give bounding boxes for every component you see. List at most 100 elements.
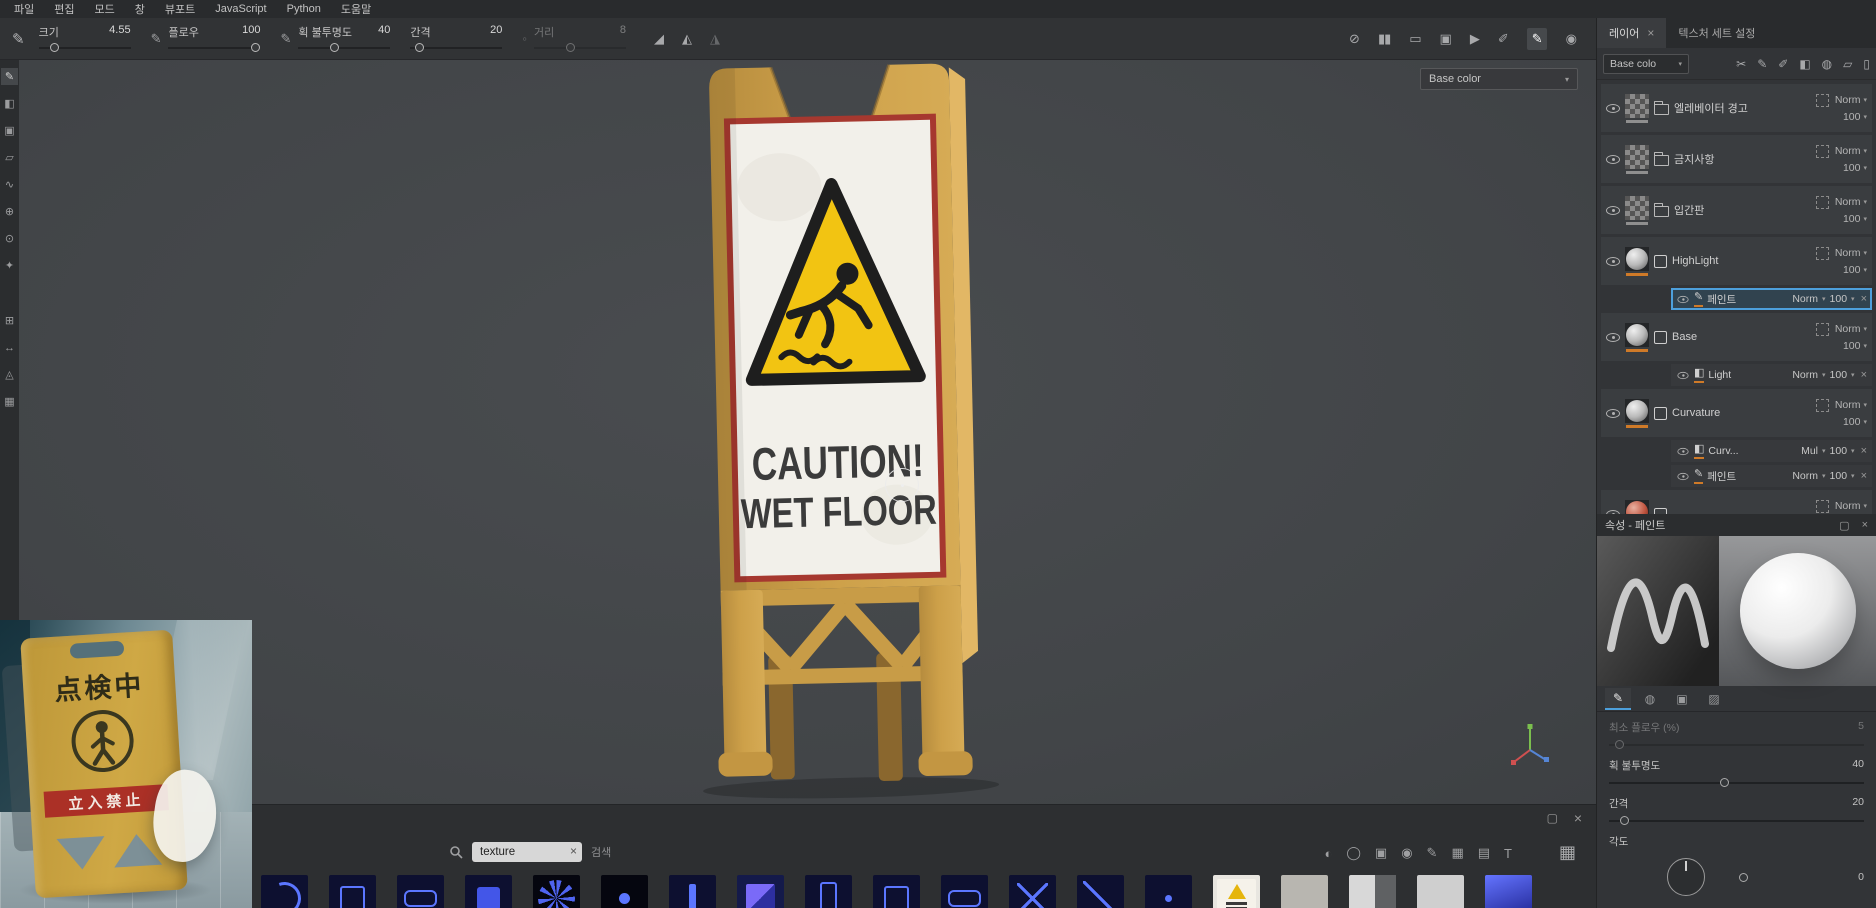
layer-effect-row[interactable]: ✎ 페인트 Norm ▾ 100 ▾ × xyxy=(1671,288,1872,310)
menu-item[interactable]: 편집 xyxy=(44,0,84,18)
filter-alphas-icon[interactable]: ▦ xyxy=(1451,845,1463,861)
delete-effect-icon[interactable]: × xyxy=(1861,293,1867,305)
mask-placeholder[interactable] xyxy=(1816,196,1829,209)
shelf-thumbnail[interactable] xyxy=(1009,875,1056,908)
effect-opacity[interactable]: 100 xyxy=(1830,293,1848,305)
symmetry-off-icon[interactable]: ◮ xyxy=(710,31,720,47)
shelf-thumbnail[interactable] xyxy=(1213,875,1260,908)
stroke-opacity-slider[interactable] xyxy=(298,43,390,53)
effect-name[interactable]: Light xyxy=(1708,369,1788,381)
eraser-tool[interactable]: ◧ xyxy=(1,95,18,112)
blend-mode[interactable]: Norm xyxy=(1835,399,1861,411)
delete-layer-icon[interactable]: ▯ xyxy=(1863,57,1870,71)
menu-item[interactable]: 모드 xyxy=(85,0,125,18)
layer-effect-row[interactable]: ◧ Curv... Mul ▾ 100 ▾ × xyxy=(1671,440,1872,462)
layer-row[interactable]: Curvature Norm ▾ 100 ▾ xyxy=(1601,389,1872,437)
visibility-icon[interactable] xyxy=(1677,447,1688,454)
falloff-icon[interactable]: ◢ xyxy=(654,31,664,47)
effect-name[interactable]: 페인트 xyxy=(1707,292,1788,307)
shelf-thumbnail[interactable] xyxy=(805,875,852,908)
filter-filters-icon[interactable]: ◉ xyxy=(1401,845,1412,861)
brush-stamp-icon[interactable]: ✎ xyxy=(12,30,25,48)
expand-panel-icon[interactable]: ▢ xyxy=(1547,811,1558,825)
align-tool[interactable]: ↔ xyxy=(1,339,18,356)
blend-mode[interactable]: Norm xyxy=(1835,247,1861,259)
blend-mode[interactable]: Norm xyxy=(1792,470,1818,482)
layer-thumbnail[interactable] xyxy=(1625,500,1649,515)
paint-tool[interactable]: ✎ xyxy=(1,68,18,85)
close-panel-icon[interactable]: × xyxy=(1574,810,1582,826)
smudge-tool[interactable]: ∿ xyxy=(1,176,18,193)
effect-opacity[interactable]: 100 xyxy=(1830,445,1848,457)
clear-search-icon[interactable]: × xyxy=(570,844,577,858)
particles-tool[interactable]: ✦ xyxy=(1,257,18,274)
blend-mode[interactable]: Norm xyxy=(1835,196,1861,208)
tab-alpha[interactable]: ◍ xyxy=(1637,688,1663,710)
layer-thumbnail[interactable] xyxy=(1625,196,1649,220)
shelf-thumbnail[interactable] xyxy=(465,875,512,908)
min-flow-slider[interactable] xyxy=(1609,740,1864,749)
layer-row[interactable]: 금지사항 Norm ▾ 100 ▾ xyxy=(1601,135,1872,183)
layer-name[interactable]: 입간판 xyxy=(1674,202,1811,218)
delete-effect-icon[interactable]: × xyxy=(1861,470,1867,482)
layer-name[interactable]: HighLight xyxy=(1672,255,1811,267)
layer-opacity[interactable]: 100 xyxy=(1843,340,1861,352)
screenshot-icon[interactable]: ◉ xyxy=(1566,31,1576,47)
layer-thumbnail[interactable] xyxy=(1625,94,1649,118)
shelf-thumbnail[interactable] xyxy=(1349,875,1396,908)
menu-item[interactable]: 도움말 xyxy=(331,0,381,18)
layers-channel-dropdown[interactable]: Base colo ▾ xyxy=(1603,54,1689,74)
spacing-slider[interactable] xyxy=(1609,816,1864,825)
filter-fonts-icon[interactable]: T xyxy=(1504,846,1512,861)
fill-layer-icon[interactable]: ◧ xyxy=(1799,57,1810,71)
visibility-icon[interactable] xyxy=(1677,472,1688,479)
blend-mode[interactable]: Mul xyxy=(1801,445,1818,457)
layer-thumbnail[interactable] xyxy=(1625,399,1649,423)
visibility-icon[interactable] xyxy=(1606,155,1620,164)
close-panel-icon[interactable]: × xyxy=(1862,519,1868,532)
paint-brush-icon[interactable]: ✎ xyxy=(1527,28,1547,50)
menu-item[interactable]: 창 xyxy=(125,0,155,18)
angle-knob[interactable] xyxy=(1739,873,1748,882)
mask-placeholder[interactable] xyxy=(1816,247,1829,260)
layer-name[interactable]: Base xyxy=(1672,331,1811,343)
material-view-icon[interactable]: ▣ xyxy=(1440,31,1451,47)
shelf-thumbnail[interactable] xyxy=(669,875,716,908)
symmetry-icon[interactable]: ◭ xyxy=(682,31,692,47)
visibility-icon[interactable] xyxy=(1606,206,1620,215)
viewport-channel-dropdown[interactable]: Base color ▾ xyxy=(1420,68,1578,90)
layer-name[interactable]: 금지사항 xyxy=(1674,151,1811,167)
tab-material[interactable]: ▨ xyxy=(1701,688,1727,710)
shelf-thumbnail[interactable] xyxy=(601,875,648,908)
shelf-thumbnail[interactable] xyxy=(941,875,988,908)
shelf-thumbnail[interactable] xyxy=(533,875,580,908)
shelf-thumbnail[interactable] xyxy=(261,875,308,908)
layer-opacity[interactable]: 100 xyxy=(1843,162,1861,174)
menu-item[interactable]: 파일 xyxy=(4,0,44,18)
shelf-thumbnail[interactable] xyxy=(1145,875,1192,908)
search-input[interactable] xyxy=(472,842,582,862)
viewport-mode-icon[interactable]: ▭ xyxy=(1409,31,1420,47)
blend-mode[interactable]: Norm xyxy=(1835,323,1861,335)
layer-thumbnail[interactable] xyxy=(1625,145,1649,169)
layer-name[interactable]: 엘레베이터 경고 xyxy=(1674,100,1811,116)
mask-tool[interactable]: ◬ xyxy=(1,366,18,383)
tab-layers[interactable]: 레이어 × xyxy=(1597,18,1666,48)
spacing-slider[interactable] xyxy=(410,43,502,53)
mask-placeholder[interactable] xyxy=(1816,145,1829,158)
clone-tool[interactable]: ⊕ xyxy=(1,203,18,220)
layer-row[interactable]: Base Norm ▾ 100 ▾ xyxy=(1601,313,1872,361)
visibility-icon[interactable] xyxy=(1677,295,1688,302)
pause-icon[interactable]: ▮▮ xyxy=(1378,31,1390,47)
layer-row[interactable]: Norm ▾ 100 ▾ xyxy=(1601,490,1872,514)
color-picker-icon[interactable]: ✐ xyxy=(1498,31,1508,47)
polygon-fill-tool[interactable]: ▱ xyxy=(1,149,18,166)
layer-opacity[interactable]: 100 xyxy=(1843,264,1861,276)
tab-stencil[interactable]: ▣ xyxy=(1669,688,1695,710)
shelf-thumbnail[interactable] xyxy=(1077,875,1124,908)
filter-smart-materials-icon[interactable]: ◯ xyxy=(1346,845,1361,861)
visibility-icon[interactable] xyxy=(1606,257,1620,266)
shelf-thumbnail[interactable] xyxy=(873,875,920,908)
size-slider[interactable] xyxy=(39,43,131,53)
shelf-thumbnail[interactable] xyxy=(1417,875,1464,908)
